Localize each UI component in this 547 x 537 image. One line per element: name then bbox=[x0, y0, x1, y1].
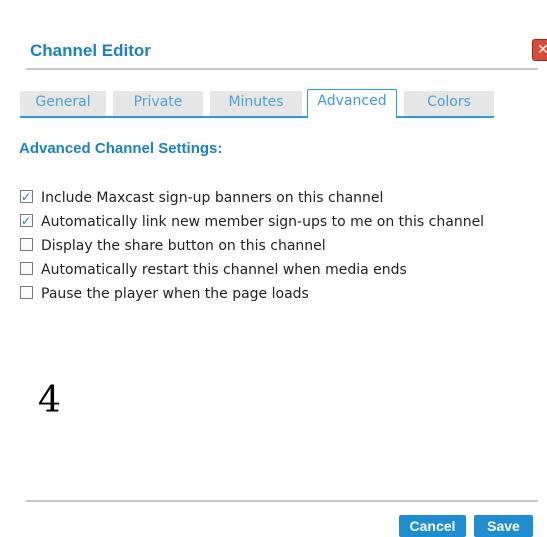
option-label: Automatically link new member sign-ups t… bbox=[41, 214, 485, 230]
checkbox-auto-link[interactable] bbox=[20, 209, 33, 233]
cancel-button[interactable]: Cancel bbox=[399, 515, 466, 537]
section-title: Advanced Channel Settings: bbox=[19, 140, 223, 157]
close-icon: ✕ bbox=[537, 42, 547, 58]
option-share-button: Display the share button on this channel bbox=[20, 234, 530, 258]
checkbox-signup-banners[interactable] bbox=[20, 185, 33, 209]
tab-private[interactable]: Private bbox=[113, 91, 203, 116]
tab-bar: General Private Minutes Advanced Colors bbox=[20, 89, 494, 118]
checkbox-pause-player[interactable] bbox=[20, 286, 33, 299]
save-button[interactable]: Save bbox=[474, 515, 533, 537]
option-auto-restart: Automatically restart this channel when … bbox=[20, 258, 530, 282]
option-signup-banners: Include Maxcast sign-up banners on this … bbox=[20, 185, 530, 210]
option-label: Automatically restart this channel when … bbox=[41, 262, 407, 278]
option-label: Pause the player when the page loads bbox=[41, 286, 309, 302]
checkbox-share-button[interactable] bbox=[20, 238, 33, 251]
tab-general[interactable]: General bbox=[20, 91, 106, 116]
footer-divider bbox=[26, 500, 538, 502]
dialog-title: Channel Editor bbox=[30, 41, 151, 60]
close-button[interactable]: ✕ bbox=[532, 39, 547, 61]
annotation-number: 4 bbox=[38, 380, 61, 421]
tab-minutes[interactable]: Minutes bbox=[210, 91, 302, 116]
title-divider bbox=[26, 68, 538, 70]
option-pause-player: Pause the player when the page loads bbox=[20, 282, 530, 306]
tab-advanced[interactable]: Advanced bbox=[307, 89, 397, 118]
option-label: Include Maxcast sign-up banners on this … bbox=[41, 190, 384, 206]
options-list: Include Maxcast sign-up banners on this … bbox=[20, 185, 530, 306]
checkbox-auto-restart[interactable] bbox=[20, 262, 33, 275]
option-label: Display the share button on this channel bbox=[41, 238, 326, 254]
option-auto-link: Automatically link new member sign-ups t… bbox=[20, 209, 530, 234]
tab-colors[interactable]: Colors bbox=[404, 91, 494, 116]
